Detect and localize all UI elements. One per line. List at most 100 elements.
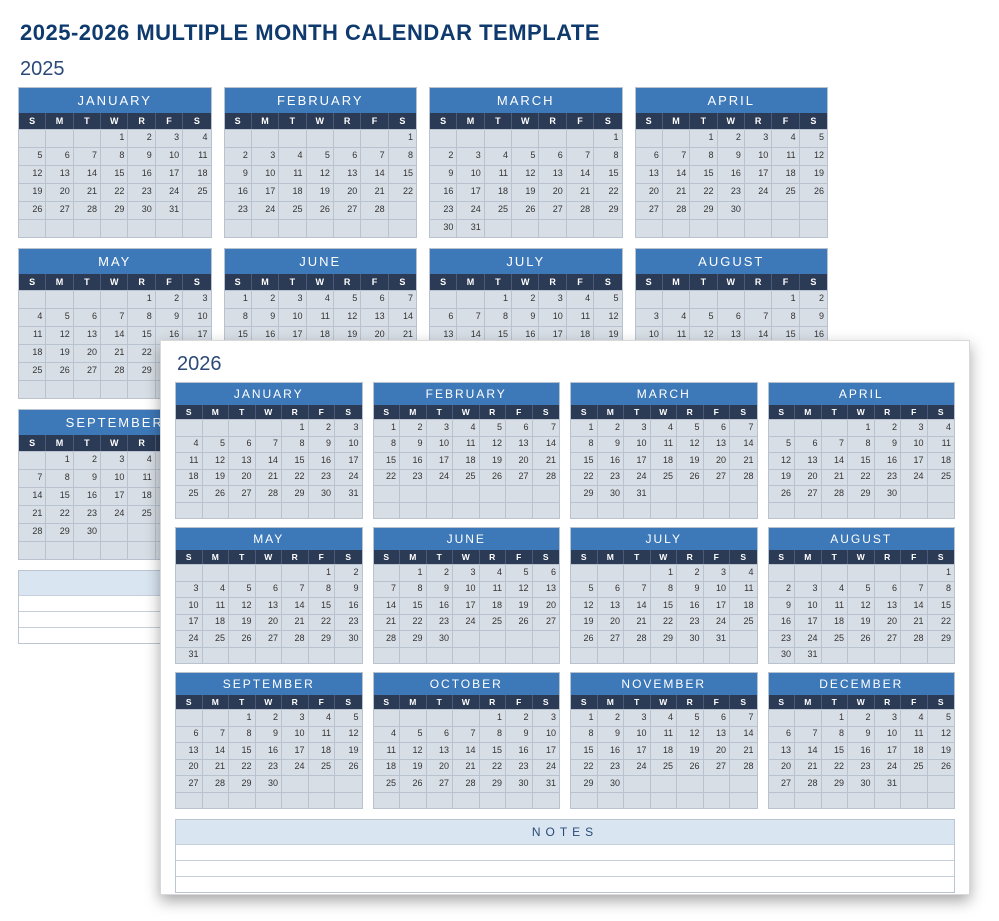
day-cell: 27 [427,775,454,792]
week-row: 12 [176,564,362,581]
day-cell [282,564,309,581]
dow-cell: R [128,274,155,290]
day-cell: 8 [389,147,416,165]
dow-cell: S [430,274,457,290]
weeks: 1234567891011121314151617181920212223242… [769,419,955,518]
day-cell: 30 [598,485,625,502]
dow-row: SMTWRFS [636,274,828,290]
day-cell [769,419,796,436]
week-row: 12345 [430,290,622,308]
day-cell: 9 [512,308,539,326]
day-cell: 22 [480,759,507,776]
day-cell: 20 [769,759,796,776]
day-cell: 26 [335,759,362,776]
week-row: 20212223242526 [769,759,955,776]
day-cell [745,201,772,219]
day-cell: 16 [427,597,454,614]
day-cell [848,502,875,519]
dow-row: SMTWRFS [19,274,211,290]
week-row: 123 [176,419,362,436]
day-cell: 18 [822,614,849,631]
week-row: 262728293031 [571,630,757,647]
day-cell: 6 [533,564,560,581]
week-row: 2728293031 [769,775,955,792]
day-cell [453,502,480,519]
day-cell: 26 [480,469,507,486]
week-row: 11121314151617 [176,452,362,469]
day-cell [128,380,155,398]
day-cell: 22 [822,759,849,776]
weeks: 1234567891011121314151617181920212223242… [374,419,560,518]
day-cell: 21 [730,452,757,469]
day-cell: 6 [539,147,566,165]
day-cell: 27 [229,485,256,502]
dow-cell: S [533,405,560,419]
day-cell: 30 [598,775,625,792]
dow-cell: S [19,435,46,451]
dow-row: SMTWRFS [769,695,955,709]
day-cell: 6 [427,726,454,743]
day-cell: 7 [256,436,283,453]
dow-cell: S [335,405,362,419]
day-cell [506,792,533,809]
day-cell: 23 [769,630,796,647]
dow-cell: R [334,113,361,129]
day-cell: 17 [704,597,731,614]
day-cell: 5 [480,419,507,436]
day-cell [539,219,566,237]
dow-cell: M [598,550,625,564]
day-cell: 24 [624,759,651,776]
dow-cell: F [361,274,388,290]
day-cell: 16 [848,742,875,759]
day-cell: 25 [128,505,155,523]
dow-cell: F [361,113,388,129]
notes-line[interactable] [176,860,954,876]
day-cell: 6 [704,419,731,436]
day-cell [183,219,210,237]
week-row [571,647,757,664]
day-cell: 3 [624,419,651,436]
day-cell: 25 [176,485,203,502]
dow-cell: F [506,550,533,564]
dow-row: SMTWRFS [225,113,417,129]
day-cell: 20 [74,344,101,362]
day-cell: 15 [571,452,598,469]
day-cell: 17 [795,614,822,631]
dow-cell: R [677,695,704,709]
day-cell [704,647,731,664]
day-cell: 13 [361,308,388,326]
day-cell: 2 [74,451,101,469]
day-cell: 24 [176,630,203,647]
dow-cell: R [282,695,309,709]
day-cell [704,502,731,519]
day-cell: 9 [677,581,704,598]
day-cell: 28 [203,775,230,792]
notes-line[interactable] [176,844,954,860]
day-cell: 16 [506,742,533,759]
day-cell: 1 [571,709,598,726]
day-cell: 10 [453,581,480,598]
dow-cell: S [19,274,46,290]
day-cell: 6 [176,726,203,743]
dow-cell: T [279,274,306,290]
week-row: 1234 [19,129,211,147]
dow-cell: S [374,405,401,419]
day-cell: 2 [875,419,902,436]
weeks: 1234567891011121314151617181920212223242… [225,129,417,237]
day-cell: 5 [400,726,427,743]
day-cell [800,201,827,219]
day-cell [361,219,388,237]
notes-line[interactable] [176,876,954,892]
month-name: MAY [176,528,362,550]
week-row [769,792,955,809]
day-cell: 13 [539,165,566,183]
day-cell [374,485,401,502]
dow-cell: S [374,695,401,709]
day-cell: 28 [822,485,849,502]
month-name: SEPTEMBER [176,673,362,695]
day-cell: 12 [594,308,621,326]
day-cell [309,792,336,809]
day-cell: 14 [361,165,388,183]
day-cell: 3 [533,709,560,726]
day-cell: 10 [252,165,279,183]
